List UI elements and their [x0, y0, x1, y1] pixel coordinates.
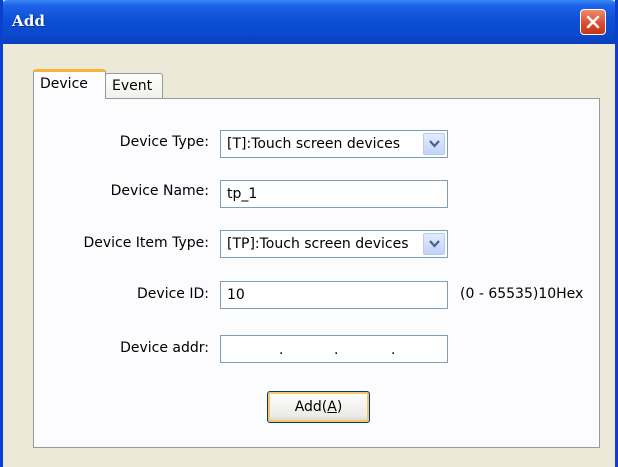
device-name-value: tp_1 — [227, 186, 258, 202]
chevron-down-icon — [429, 140, 440, 148]
add-button-label-prefix: Add( — [294, 399, 328, 415]
add-button-label-suffix: ) — [336, 399, 343, 415]
close-button[interactable] — [580, 9, 606, 35]
device-name-label: Device Name: — [110, 183, 209, 199]
title-bar[interactable]: Add — [3, 0, 615, 44]
addr-separator: . — [391, 342, 396, 358]
device-item-type-label: Device Item Type: — [83, 235, 209, 251]
device-type-dropdown-button[interactable] — [423, 133, 445, 155]
device-item-type-select[interactable]: [TP]:Touch screen devices — [220, 230, 448, 258]
device-id-input[interactable]: 10 — [220, 281, 448, 309]
device-id-value: 10 — [227, 287, 245, 303]
device-addr-input[interactable]: . . . — [220, 335, 448, 363]
tab-device-label: Device — [40, 76, 88, 92]
device-item-type-value: [TP]:Touch screen devices — [227, 236, 409, 252]
tab-device[interactable]: Device — [33, 69, 106, 99]
window-title: Add — [12, 12, 46, 30]
tab-event[interactable]: Event — [105, 73, 163, 98]
tab-event-label: Event — [112, 78, 153, 94]
addr-separator: . — [334, 342, 339, 358]
device-type-label: Device Type: — [119, 134, 209, 150]
chevron-down-icon — [429, 240, 440, 248]
add-button-mnemonic: A — [327, 399, 337, 415]
device-id-range-hint: (0 - 65535)10Hex — [460, 286, 584, 302]
device-id-label: Device ID: — [137, 286, 209, 302]
close-icon — [586, 15, 600, 29]
device-name-input[interactable]: tp_1 — [220, 180, 448, 208]
device-tab-panel: Device Type: [T]:Touch screen devices De… — [33, 98, 600, 448]
device-type-select[interactable]: [T]:Touch screen devices — [220, 130, 448, 158]
addr-separator: . — [279, 342, 284, 358]
add-dialog: Add Device Event Device Type: [T]:Touch … — [0, 0, 618, 467]
device-item-type-dropdown-button[interactable] — [423, 233, 445, 255]
add-button[interactable]: Add(A) — [267, 391, 370, 423]
device-addr-label: Device addr: — [120, 340, 209, 356]
device-type-value: [T]:Touch screen devices — [227, 136, 401, 152]
